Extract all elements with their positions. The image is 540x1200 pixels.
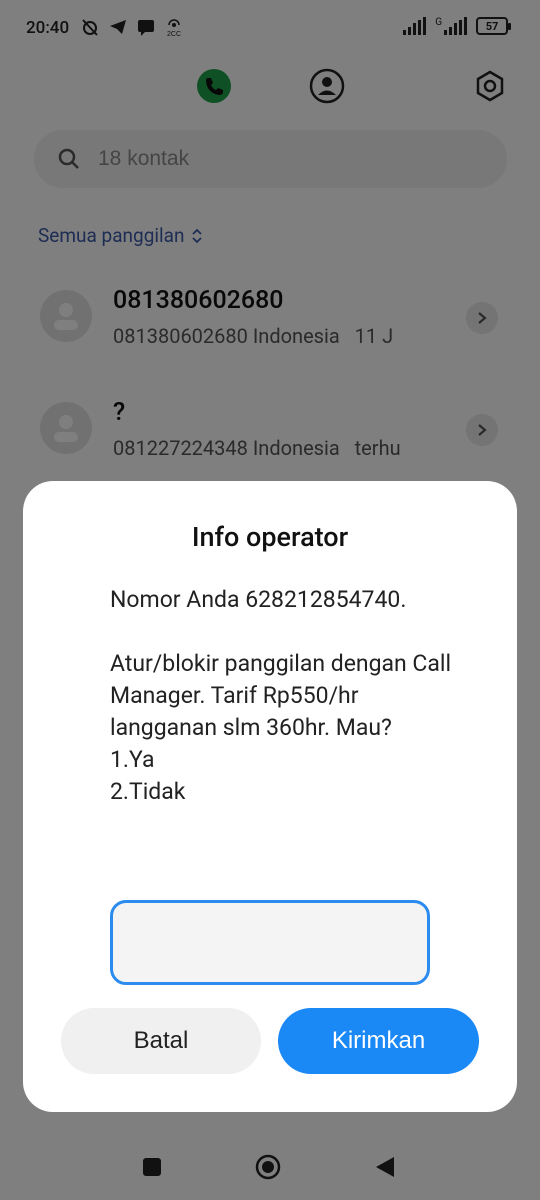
cancel-button[interactable]: Batal xyxy=(61,1008,261,1074)
dialog-message: Nomor Anda 628212854740. Atur/blokir pan… xyxy=(110,586,452,805)
ussd-reply-input[interactable] xyxy=(110,900,430,985)
dialog-title: Info operator xyxy=(191,521,349,553)
send-button[interactable]: Kirimkan xyxy=(278,1008,479,1074)
operator-info-dialog: Info operator Nomor Anda 628212854740. A… xyxy=(23,481,517,1112)
